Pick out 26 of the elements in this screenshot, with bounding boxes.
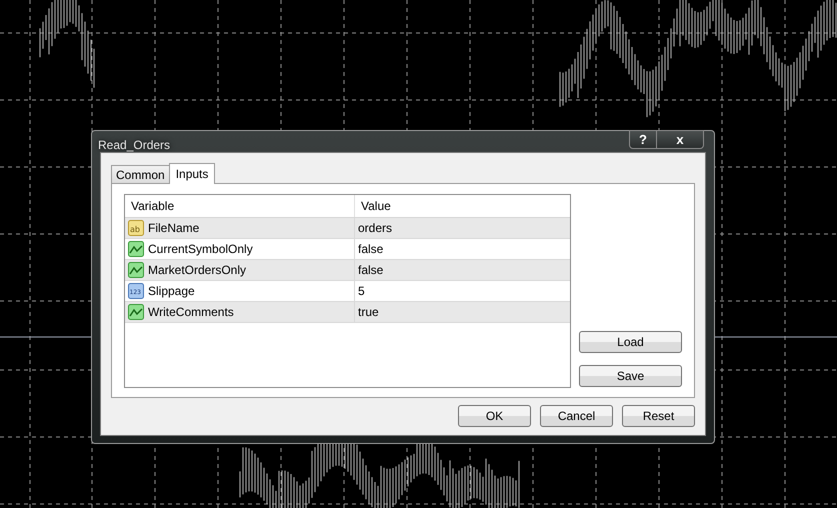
column-header: Variable xyxy=(125,195,355,217)
text-type-icon: ab xyxy=(128,220,144,236)
variable-value[interactable]: orders xyxy=(358,221,392,235)
window-title: Read_Orders xyxy=(98,138,170,152)
dialog-button[interactable]: Cancel xyxy=(540,405,613,427)
variable-name: Slippage xyxy=(148,284,195,298)
boolean-type-icon xyxy=(128,304,144,320)
dialog-button[interactable]: OK xyxy=(458,405,531,427)
close-button[interactable]: x xyxy=(657,130,704,149)
dialog-button[interactable]: Reset xyxy=(622,405,695,427)
tab[interactable]: Common xyxy=(111,165,170,183)
variable-name: WriteComments xyxy=(148,305,234,319)
boolean-type-icon xyxy=(128,262,144,278)
load-button[interactable]: Load xyxy=(579,331,682,353)
variable-name: CurrentSymbolOnly xyxy=(148,242,253,256)
save-button[interactable]: Save xyxy=(579,365,682,387)
variable-value[interactable]: false xyxy=(358,263,384,277)
help-button[interactable]: ? xyxy=(629,130,657,149)
column-header: Value xyxy=(360,198,392,215)
variable-value[interactable]: false xyxy=(358,242,384,256)
variable-name: MarketOrdersOnly xyxy=(148,263,246,277)
variable-value[interactable]: true xyxy=(358,305,379,319)
tab[interactable]: Inputs xyxy=(168,163,216,184)
variable-value[interactable]: 5 xyxy=(358,284,365,298)
variable-name: FileName xyxy=(148,221,200,235)
boolean-type-icon xyxy=(128,241,144,257)
